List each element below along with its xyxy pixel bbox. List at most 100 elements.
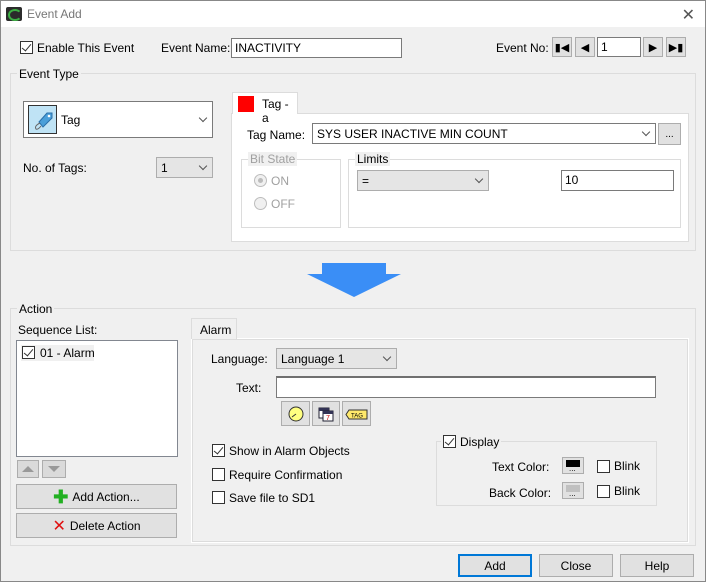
- next-event-button[interactable]: ▶: [643, 37, 663, 57]
- num-tags-select[interactable]: 1: [156, 157, 213, 178]
- bit-state-on-label: ON: [271, 174, 289, 188]
- limits-title: Limits: [355, 152, 391, 166]
- next-icon: ▶: [648, 41, 658, 54]
- help-button[interactable]: Help: [620, 554, 694, 577]
- svg-text:7: 7: [326, 415, 330, 422]
- tag-color-indicator: [238, 96, 254, 112]
- insert-time-button[interactable]: [281, 401, 310, 426]
- ellipsis-icon: ...: [569, 489, 576, 498]
- bit-state-title: Bit State: [248, 152, 298, 166]
- sequence-list-label: Sequence List:: [18, 323, 98, 337]
- chevron-down-icon: [474, 174, 484, 183]
- event-name-label: Event Name:: [161, 41, 231, 55]
- event-type-title: Event Type: [17, 67, 81, 81]
- tag-browse-button[interactable]: ...: [658, 123, 681, 145]
- back-color-button[interactable]: ...: [562, 482, 584, 499]
- sequence-list-item[interactable]: 01 - Alarm: [21, 345, 95, 361]
- num-tags-value: 1: [161, 160, 168, 175]
- save-file-sd1-label: Save file to SD1: [229, 491, 316, 505]
- bit-state-off-radio[interactable]: [254, 197, 267, 210]
- close-icon[interactable]: ✕: [682, 5, 695, 25]
- app-icon: [6, 7, 22, 21]
- sequence-item-checkbox[interactable]: [22, 346, 35, 359]
- flow-arrow-icon: [307, 263, 401, 297]
- language-select[interactable]: Language 1: [276, 348, 397, 369]
- prev-icon: ◀: [580, 41, 590, 54]
- limits-value-input[interactable]: 10: [561, 170, 674, 191]
- event-type-select[interactable]: Tag: [23, 101, 213, 138]
- require-confirmation-label: Require Confirmation: [229, 468, 343, 482]
- delete-action-label: Delete Action: [69, 518, 141, 533]
- enable-event-checkbox[interactable]: [20, 41, 33, 54]
- tab-alarm-label: Alarm: [200, 323, 232, 337]
- bit-state-group: [241, 159, 341, 228]
- svg-text:TAG: TAG: [351, 413, 363, 419]
- show-in-alarm-objects-label: Show in Alarm Objects: [229, 444, 350, 458]
- display-checkbox[interactable]: [443, 435, 456, 448]
- tag-name-select[interactable]: SYS USER INACTIVE MIN COUNT: [312, 123, 656, 144]
- last-event-button[interactable]: ▶▮: [666, 37, 686, 57]
- language-value: Language 1: [281, 351, 345, 366]
- text-label: Text:: [236, 381, 262, 395]
- event-no-label: Event No:: [496, 41, 549, 55]
- bit-state-on-radio[interactable]: [254, 174, 267, 187]
- text-blink-checkbox[interactable]: [597, 460, 610, 473]
- require-confirmation-checkbox[interactable]: [212, 468, 225, 481]
- save-file-sd1-checkbox[interactable]: [212, 491, 225, 504]
- tag-insert-icon: TAG: [344, 409, 367, 419]
- tab-tag-a-label: Tag - a: [262, 97, 289, 125]
- action-title: Action: [17, 302, 55, 316]
- title-bar: Event Add ✕: [1, 1, 705, 27]
- tag-name-value: SYS USER INACTIVE MIN COUNT: [317, 126, 508, 141]
- num-tags-label: No. of Tags:: [23, 161, 87, 175]
- clock-icon: [288, 406, 303, 421]
- display-label: Display: [460, 435, 500, 449]
- back-color-label: Back Color:: [489, 486, 552, 500]
- chevron-down-icon: [198, 113, 208, 122]
- calendar-icon: 7: [318, 407, 334, 422]
- insert-tag-button[interactable]: TAG: [342, 401, 371, 426]
- event-no-input[interactable]: 1: [597, 37, 641, 57]
- tag-name-label: Tag Name:: [247, 128, 306, 142]
- delete-x-icon: ✕: [52, 517, 66, 535]
- add-action-label: Add Action...: [72, 489, 140, 504]
- back-blink-label: Blink: [614, 484, 641, 498]
- limits-operator-select[interactable]: =: [357, 170, 489, 191]
- prev-event-button[interactable]: ◀: [575, 37, 595, 57]
- event-name-input[interactable]: INACTIVITY: [231, 38, 402, 58]
- triangle-down-icon: [48, 466, 60, 472]
- first-icon: ▮◀: [554, 41, 570, 54]
- ellipsis-icon: ...: [569, 464, 576, 473]
- tab-alarm[interactable]: Alarm: [191, 318, 237, 339]
- chevron-down-icon: [382, 352, 392, 361]
- plus-icon: ✚: [53, 486, 69, 507]
- text-color-button[interactable]: ...: [562, 457, 584, 474]
- move-up-button[interactable]: [17, 460, 39, 478]
- add-action-button[interactable]: ✚ Add Action...: [16, 484, 177, 509]
- close-button[interactable]: Close: [539, 554, 613, 577]
- tab-tag-a[interactable]: Tag - a: [232, 92, 298, 125]
- move-down-button[interactable]: [42, 460, 66, 478]
- add-button[interactable]: Add: [458, 554, 532, 577]
- first-event-button[interactable]: ▮◀: [552, 37, 572, 57]
- enable-event-label: Enable This Event: [37, 41, 135, 55]
- delete-action-button[interactable]: ✕ Delete Action: [16, 513, 177, 538]
- insert-date-button[interactable]: 7: [312, 401, 340, 426]
- text-color-label: Text Color:: [492, 460, 550, 474]
- event-type-value: Tag: [61, 113, 81, 127]
- sequence-item-label: 01 - Alarm: [40, 346, 95, 360]
- show-in-alarm-objects-checkbox[interactable]: [212, 444, 225, 457]
- tag-icon: [28, 105, 57, 134]
- sequence-list[interactable]: 01 - Alarm: [16, 340, 178, 457]
- window-title: Event Add: [27, 7, 82, 21]
- alarm-text-input[interactable]: [276, 376, 656, 398]
- text-blink-label: Blink: [614, 459, 641, 473]
- limits-operator-value: =: [362, 173, 370, 188]
- triangle-up-icon: [22, 466, 34, 472]
- bit-state-off-label: OFF: [271, 197, 295, 211]
- event-add-dialog: Event Add ✕ Enable This Event Event Name…: [0, 0, 706, 582]
- chevron-down-icon: [641, 127, 651, 136]
- last-icon: ▶▮: [668, 41, 684, 54]
- back-blink-checkbox[interactable]: [597, 485, 610, 498]
- chevron-down-icon: [198, 161, 208, 170]
